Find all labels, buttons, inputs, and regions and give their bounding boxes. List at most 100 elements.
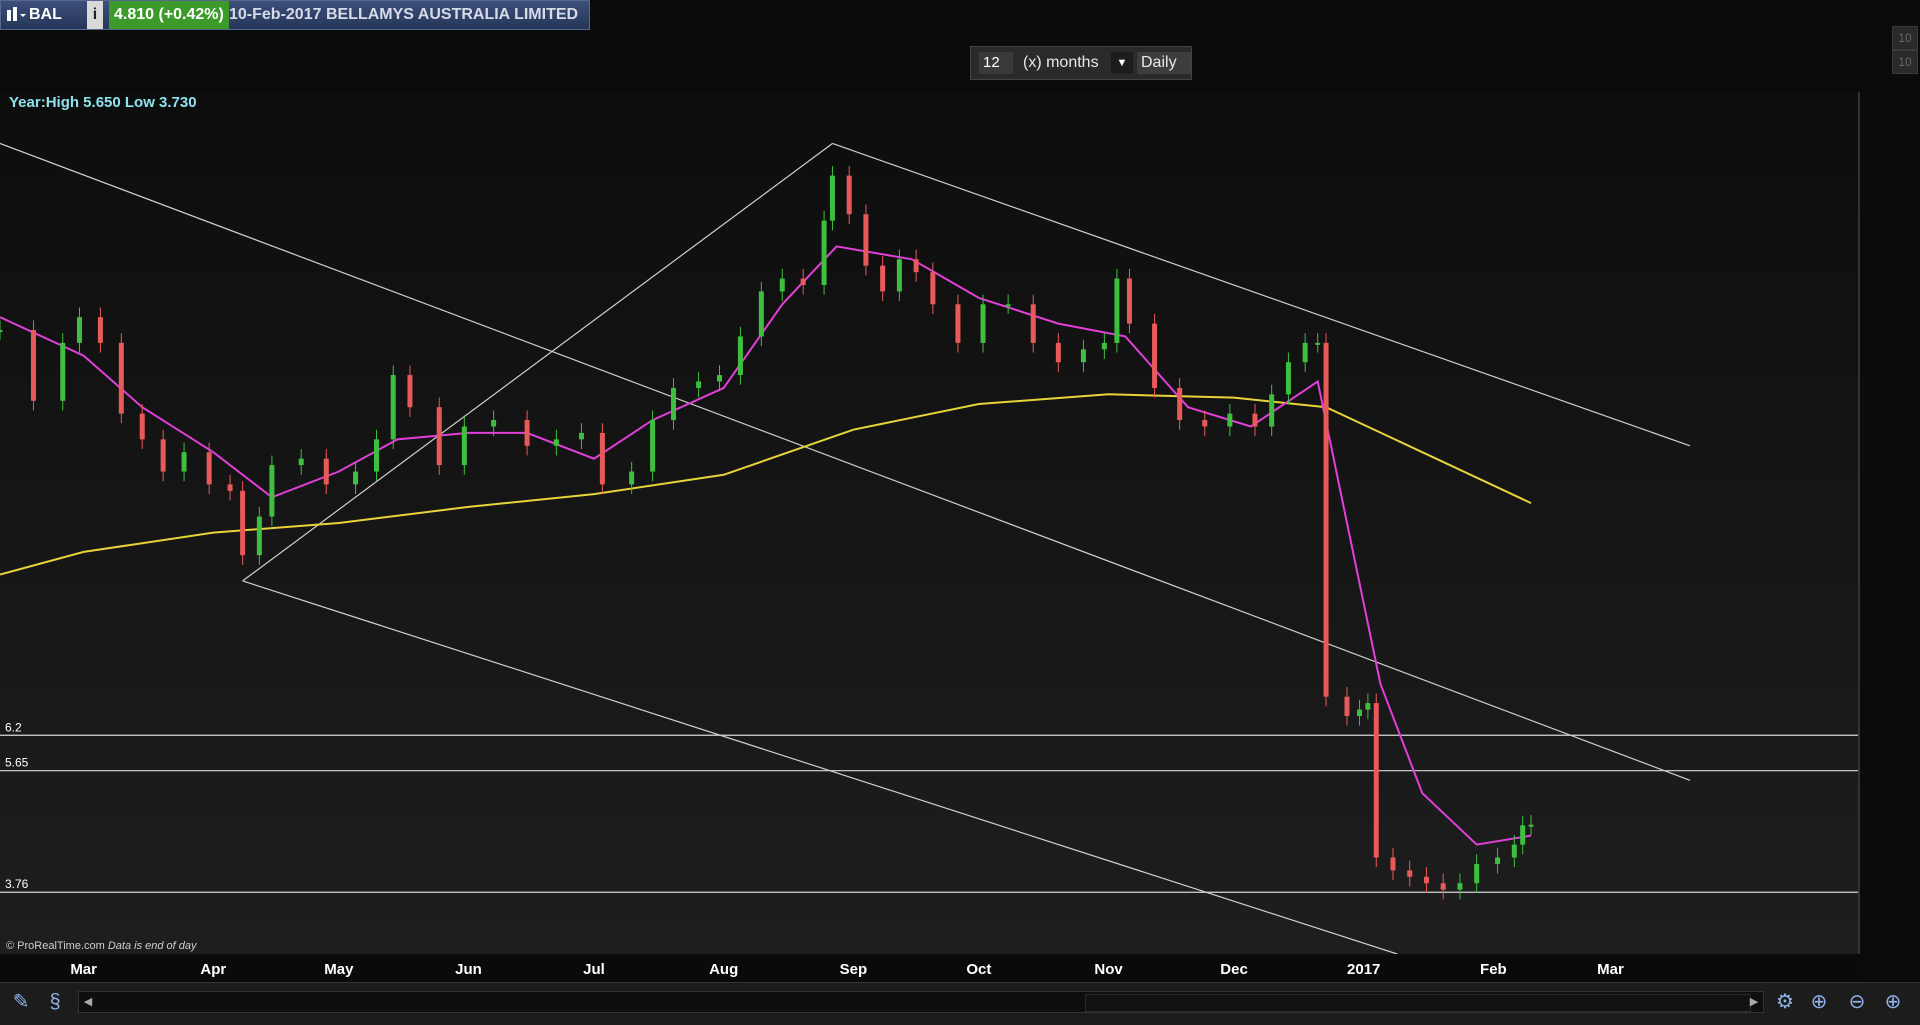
candle-body [1005, 304, 1011, 307]
x-tick-label: Apr [200, 961, 226, 978]
candle-body [323, 458, 329, 485]
data-credit: © ProRealTime.com Data is end of day [6, 940, 197, 952]
candle-body [1227, 413, 1233, 427]
x-tick-label: Aug [709, 961, 738, 978]
candle-body [1423, 876, 1429, 884]
candle-body [227, 484, 233, 491]
candle-body [181, 452, 187, 472]
x-tick-label: 2017 [1347, 961, 1380, 978]
candle-body [1315, 342, 1321, 345]
scroll-right-icon[interactable]: ▶ [1745, 992, 1763, 1012]
symbol-label[interactable]: BAL [29, 1, 62, 29]
candle-body [407, 375, 413, 408]
x-tick-label: Feb [1480, 961, 1507, 978]
candle-body [30, 330, 36, 401]
x-tick-label: Oct [966, 961, 991, 978]
candle-body [390, 375, 396, 440]
candle-body [269, 465, 275, 517]
candle-body [1440, 883, 1446, 890]
candle-body [821, 220, 827, 285]
drawing-tools-icon[interactable]: ✎ [8, 989, 34, 1015]
scroll-left-icon[interactable]: ◀ [79, 992, 97, 1012]
x-tick-label: Dec [1220, 961, 1248, 978]
support-line-label: 6.2 [5, 720, 22, 734]
candle-body [1457, 883, 1463, 890]
x-tick-label: Mar [70, 961, 97, 978]
candle-body [436, 407, 442, 466]
candle-body [980, 304, 986, 343]
indicator-icon[interactable]: ⚙ [1772, 989, 1798, 1015]
bottom-toolbar: ✎ § ◀ ▶ ⚙ ⊕ ⊖ ⊕ [0, 982, 1920, 1025]
scrollbar-thumb[interactable] [1085, 994, 1751, 1012]
candle-body [1152, 323, 1158, 388]
candle-body [240, 490, 246, 556]
x-tick-label: Jul [583, 961, 605, 978]
candle-body [524, 420, 530, 446]
info-icon[interactable]: i [87, 1, 103, 29]
x-tick-label: Sep [840, 961, 868, 978]
candle-body [1285, 362, 1291, 395]
price-chart[interactable]: 6.25.653.76 33.544.555.566.577.588.599.5… [0, 92, 1860, 954]
last-price-change-badge: 4.810 (+0.42%) [109, 1, 229, 29]
candle-body [758, 291, 764, 337]
candle-body [76, 317, 82, 343]
candle-body [1202, 420, 1208, 427]
candle-body [829, 175, 835, 221]
candle-body [800, 278, 806, 285]
candle-body [737, 336, 743, 376]
candle-body [670, 387, 676, 421]
candle-body [930, 272, 936, 305]
candle-body [160, 439, 166, 472]
x-tick-label: Nov [1094, 961, 1123, 978]
chevron-down-icon[interactable]: ▼ [1111, 52, 1133, 74]
right-edge-panel: 10 10 [1888, 0, 1920, 100]
x-tick-label: May [324, 961, 354, 978]
candle-body [1252, 413, 1258, 427]
candle-body [1357, 709, 1363, 716]
candle-body [650, 420, 656, 472]
candle-body [1302, 342, 1308, 363]
candle-body [1373, 703, 1379, 858]
candle-body [0, 330, 3, 333]
year-range-label: Year:High 5.650 Low 3.730 [9, 94, 197, 111]
zoom-fit-icon[interactable]: ⊕ [1806, 989, 1832, 1015]
candle-body [717, 375, 723, 382]
candle-body [553, 439, 559, 446]
credit-source: © ProRealTime.com [6, 940, 105, 952]
candle-body [1365, 703, 1371, 710]
candle-body [1495, 857, 1501, 864]
candle-body [1344, 696, 1350, 716]
candle-body [373, 439, 379, 472]
candle-body [1055, 342, 1061, 363]
time-scrollbar[interactable]: ◀ ▶ [78, 991, 1764, 1013]
instrument-title: 10-Feb-2017 BELLAMYS AUSTRALIA LIMITED [229, 6, 579, 23]
candle-body [353, 471, 359, 485]
x-tick-label: Mar [1597, 961, 1624, 978]
period-count-input[interactable]: 12 [979, 52, 1013, 74]
candle-body [97, 317, 103, 343]
candle-body [1101, 342, 1107, 350]
candle-body [206, 452, 212, 485]
candle-body [256, 516, 262, 556]
clipped-value-2: 10 [1892, 50, 1918, 74]
indicator-icon[interactable]: § [42, 989, 68, 1015]
symbol-header: BAL i 4.810 (+0.42%) 10-Feb-2017 BELLAMY… [0, 0, 590, 30]
candle-body [1126, 278, 1132, 324]
candle-body [60, 342, 66, 401]
candle-body [896, 259, 902, 292]
candle-body [118, 342, 124, 414]
candle-body [913, 259, 919, 273]
chart-window-icon[interactable] [5, 1, 27, 29]
x-axis: Mar Apr May Jun Jul Aug Sep Oct Nov Dec 2017 Feb Mar [0, 956, 1862, 982]
zoom-in-icon[interactable]: ⊕ [1880, 989, 1906, 1015]
candle-body [1269, 394, 1275, 427]
frequency-select[interactable]: Daily [1137, 52, 1191, 74]
clipped-value-1: 10 [1892, 26, 1918, 50]
period-selector: 12 (x) months ▼ Daily [970, 46, 1192, 80]
candle-body [696, 381, 702, 388]
candle-body [629, 471, 635, 485]
candle-body [1114, 278, 1120, 343]
candle-body [1520, 825, 1526, 845]
support-line-label: 3.76 [5, 877, 29, 891]
zoom-out-icon[interactable]: ⊖ [1844, 989, 1870, 1015]
